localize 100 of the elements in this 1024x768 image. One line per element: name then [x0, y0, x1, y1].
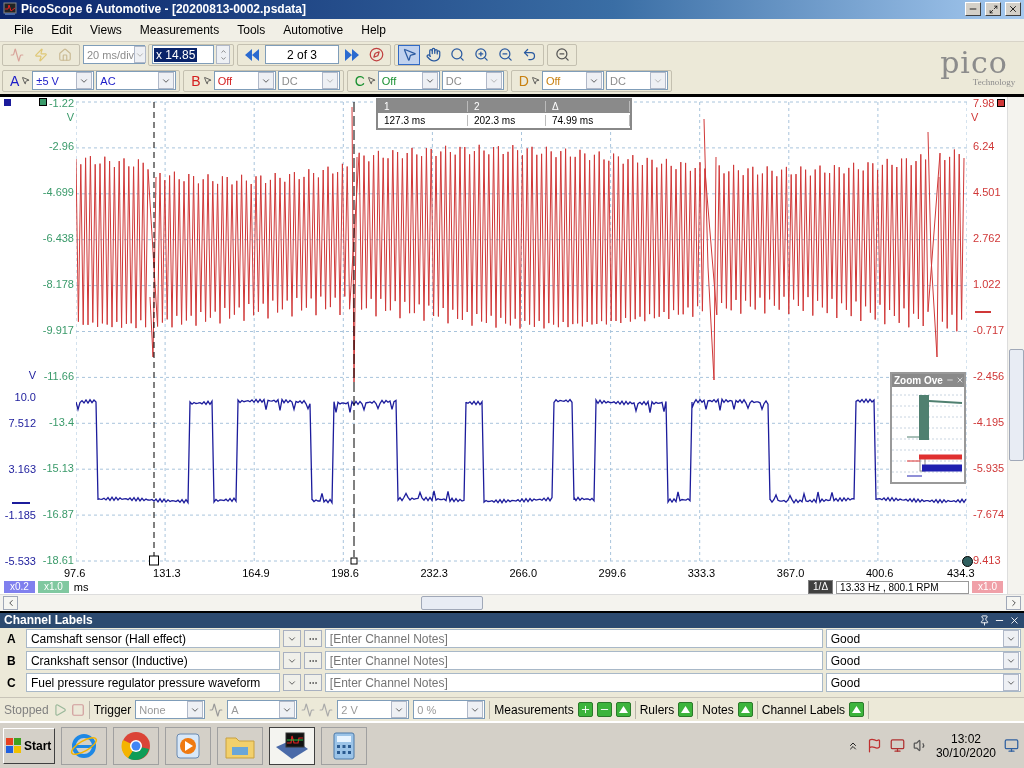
- status-select[interactable]: Good: [825, 651, 1021, 671]
- unit-label: ms: [73, 581, 89, 594]
- coupling-select[interactable]: DC: [277, 71, 340, 91]
- menu-item[interactable]: Views: [82, 20, 130, 39]
- show-button[interactable]: [849, 702, 865, 718]
- channel-letter: C: [7, 675, 17, 690]
- panel-title: Channel Labels: [4, 613, 94, 628]
- column-header: 2: [468, 100, 546, 112]
- axis-label: -13.4: [48, 415, 74, 429]
- up-icon: [219, 47, 227, 55]
- menu-item[interactable]: Automotive: [275, 20, 352, 39]
- ruler-mode-label: 1/Δ: [808, 580, 834, 595]
- channel-letter[interactable]: A: [10, 72, 20, 89]
- more-button[interactable]: [303, 652, 322, 670]
- start-icon: [52, 702, 67, 717]
- pin-icon: [979, 614, 990, 626]
- more-button[interactable]: [303, 674, 322, 692]
- browser-wheel-icon: [121, 730, 151, 761]
- window-title: PicoScope 6 Automotive - [20200813-0002.psdata]: [21, 2, 307, 17]
- channel-label-field[interactable]: Camshaft sensor (Hall effect): [25, 629, 280, 649]
- unit-label: V: [971, 110, 979, 124]
- zero-level-marker: [12, 501, 30, 504]
- axis-label: 299.6: [598, 566, 627, 580]
- calculator-icon: [333, 731, 355, 760]
- axis-label: 131.3: [153, 566, 181, 580]
- menu-item[interactable]: Measurements: [131, 20, 228, 39]
- axis-label: 400.6: [865, 566, 894, 580]
- zoom-out-icon: [497, 47, 513, 63]
- table-cell: 127.3 ms: [378, 114, 468, 126]
- axis-label: 3.163: [8, 462, 36, 476]
- axis-label: 4.501: [973, 186, 1001, 200]
- section-label: Measurements: [494, 702, 574, 717]
- channel-label-field[interactable]: Crankshaft sensor (Inductive): [25, 651, 280, 671]
- coupling-select[interactable]: DC: [605, 71, 668, 91]
- start-button[interactable]: Start: [3, 727, 55, 764]
- range-select[interactable]: Off: [213, 71, 276, 91]
- notes-field[interactable]: [Enter Channel Notes]: [324, 651, 823, 671]
- taskbar-app[interactable]: [321, 726, 367, 765]
- table-cell: 202.3 ms: [468, 114, 546, 126]
- scroll-right-button[interactable]: [1006, 595, 1021, 610]
- show-button[interactable]: [615, 702, 631, 718]
- taskbar-app[interactable]: [269, 726, 315, 765]
- logo-subtitle: Technology: [972, 76, 1016, 87]
- scrollbar-thumb[interactable]: [1008, 348, 1024, 461]
- axis-label: 164.9: [242, 566, 270, 580]
- cursor-icon: [202, 76, 212, 86]
- ruler-line[interactable]: [149, 101, 159, 566]
- status-select[interactable]: Good: [825, 673, 1021, 693]
- close-button[interactable]: [1005, 2, 1021, 17]
- remove-button[interactable]: [596, 702, 612, 718]
- zoom-in-icon: [473, 47, 489, 63]
- axis-label: 266.0: [509, 566, 538, 580]
- ruler-handle-icon[interactable]: [962, 555, 973, 567]
- more-button[interactable]: [303, 630, 322, 648]
- add-button[interactable]: [577, 702, 593, 718]
- zoom-field[interactable]: x 14.85: [152, 45, 214, 65]
- axis-label: -15.13: [42, 461, 74, 475]
- range-select[interactable]: ±5 V: [32, 71, 95, 91]
- show-button[interactable]: [678, 702, 694, 718]
- restore-button[interactable]: [985, 2, 1001, 17]
- axis-label: 333.3: [687, 566, 716, 580]
- cursor-icon: [530, 76, 540, 86]
- flag-icon: [866, 738, 882, 754]
- axis-label: -16.87: [42, 507, 74, 521]
- notes-field[interactable]: [Enter Channel Notes]: [324, 673, 823, 693]
- pointer-tool[interactable]: [398, 44, 420, 65]
- range-select[interactable]: Off: [377, 71, 440, 91]
- axis-label: -7.674: [973, 507, 1005, 521]
- menu-item[interactable]: Help: [353, 20, 394, 39]
- scrollbar-thumb[interactable]: [421, 595, 483, 610]
- coupling-select[interactable]: AC: [96, 71, 177, 91]
- axis-label: 10.0: [14, 390, 36, 404]
- unit-label: V: [28, 369, 36, 382]
- show-button[interactable]: [737, 702, 753, 718]
- channel-letter[interactable]: B: [191, 72, 201, 89]
- fast-forward-icon: [344, 47, 360, 62]
- close-icon: [956, 376, 964, 385]
- minimize-button[interactable]: [965, 2, 981, 17]
- rewind-icon: [244, 47, 260, 62]
- section-label: Channel Labels: [761, 702, 846, 717]
- ruler-line[interactable]: [350, 101, 358, 565]
- cursor-icon: [21, 76, 31, 86]
- menu-item[interactable]: Tools: [229, 20, 274, 39]
- hand-icon: [425, 47, 441, 63]
- scroll-left-button[interactable]: [3, 595, 18, 610]
- triangle-icon: [681, 706, 691, 714]
- channel-letter: A: [7, 631, 17, 646]
- channel-letter: B: [7, 653, 17, 668]
- triangle-icon: [740, 706, 750, 714]
- coupling-select[interactable]: DC: [441, 71, 504, 91]
- channel-label-field[interactable]: Fuel pressure regulator pressure waveform: [25, 673, 280, 693]
- clock-time: 13:02: [950, 731, 981, 746]
- close-icon: [1008, 4, 1018, 15]
- menu-item[interactable]: Edit: [43, 20, 81, 39]
- menu-item[interactable]: File: [6, 20, 42, 39]
- status-select[interactable]: Good: [825, 629, 1021, 649]
- frequency-readout: 13.33 Hz , 800.1 RPM: [836, 580, 970, 594]
- buffer-field[interactable]: 2 of 3: [265, 45, 339, 65]
- axis-label: 9.413: [973, 553, 1001, 567]
- notes-field[interactable]: [Enter Channel Notes]: [324, 629, 823, 649]
